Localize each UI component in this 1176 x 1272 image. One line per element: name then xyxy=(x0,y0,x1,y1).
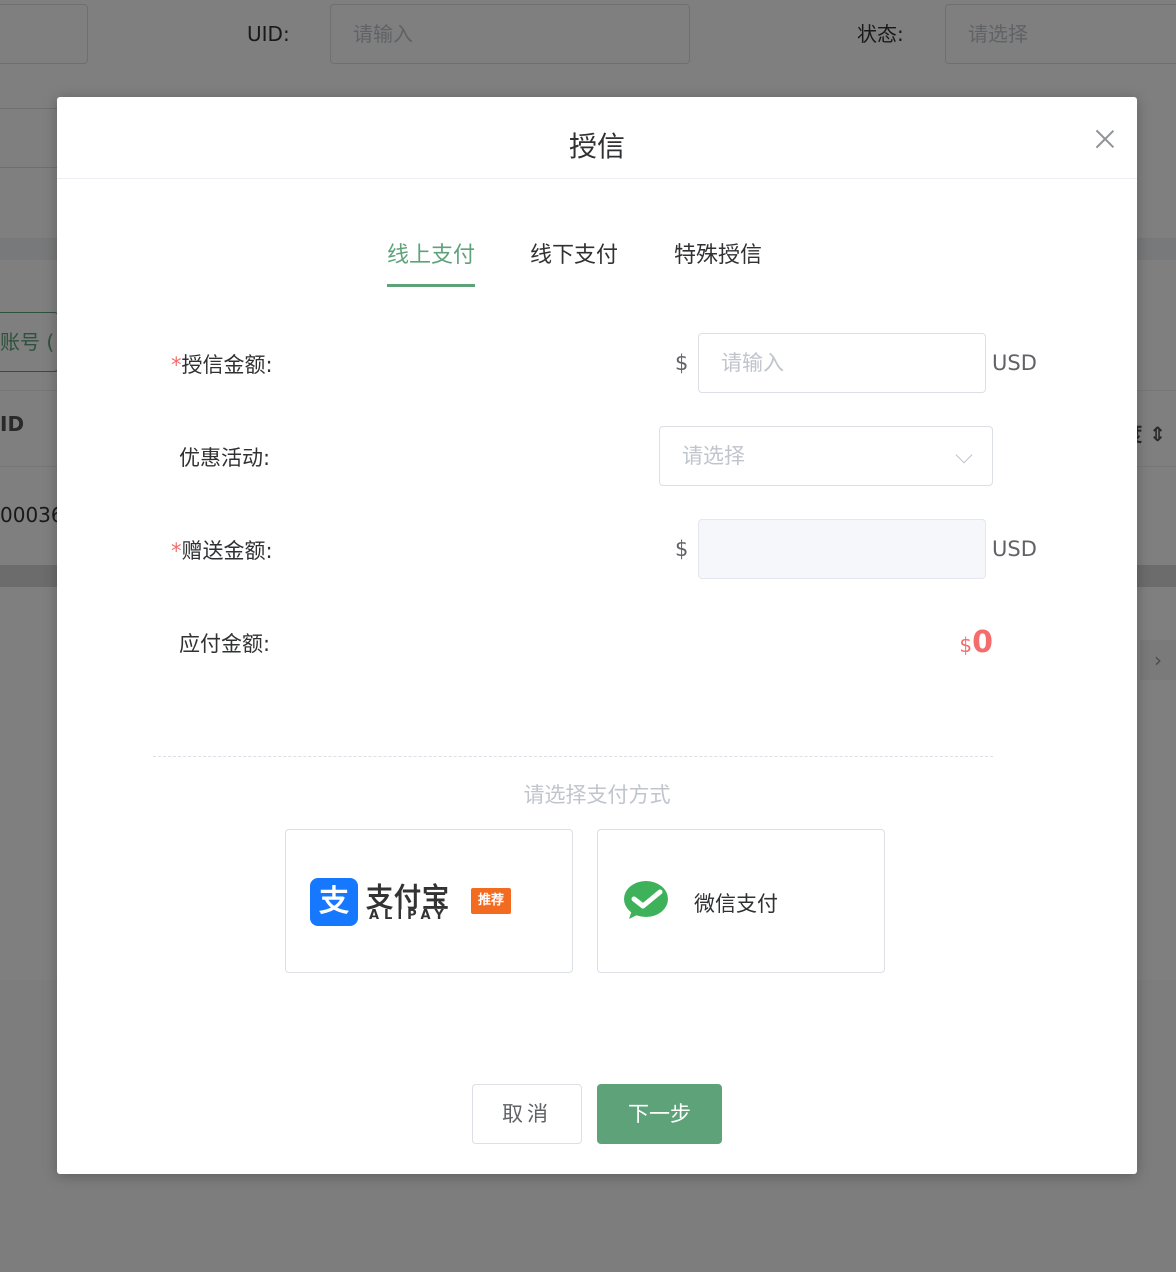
credit-dialog: 授信 线上支付 线下支付 特殊授信 *授信金额: $ 请输入 USD 优惠活动:… xyxy=(57,97,1137,1174)
required-mark: * xyxy=(171,539,182,563)
gift-amount-currency: $ xyxy=(675,537,689,561)
amount-due-value: $0 xyxy=(959,625,993,660)
amount-due-label: 应付金额: xyxy=(179,632,271,656)
payment-tabs: 线上支付 线下支付 特殊授信 xyxy=(57,237,1137,287)
dialog-title: 授信 xyxy=(568,130,625,163)
tab-offline-payment[interactable]: 线下支付 xyxy=(530,237,618,287)
credit-amount-label: *授信金额: xyxy=(171,353,273,377)
chevron-down-icon xyxy=(955,446,973,464)
credit-amount-input[interactable]: 请输入 xyxy=(698,333,986,393)
wechat-pay-option[interactable]: 微信支付 xyxy=(597,829,885,973)
gift-amount-label: *赠送金额: xyxy=(171,539,273,563)
tab-online-payment[interactable]: 线上支付 xyxy=(387,237,476,287)
cancel-button[interactable]: 取消 xyxy=(472,1084,582,1144)
wechat-pay-label: 微信支付 xyxy=(694,892,778,916)
credit-amount-unit: USD xyxy=(992,351,1037,375)
payment-method-title: 请选择支付方式 xyxy=(523,783,671,807)
promotion-label: 优惠活动: xyxy=(179,446,271,470)
alipay-name-en: ALIPAY xyxy=(369,908,449,923)
gift-amount-unit: USD xyxy=(992,537,1037,561)
dashed-divider xyxy=(153,756,993,757)
required-mark: * xyxy=(171,353,182,377)
next-step-button[interactable]: 下一步 xyxy=(597,1084,722,1144)
recommended-badge: 推荐 xyxy=(471,888,511,914)
tab-special-credit[interactable]: 特殊授信 xyxy=(674,237,762,287)
promotion-select[interactable]: 请选择 xyxy=(659,426,993,486)
alipay-logo-icon: 支 xyxy=(310,878,358,926)
alipay-option[interactable]: 支 支付宝 ALIPAY 推荐 xyxy=(285,829,573,973)
gift-amount-input xyxy=(698,519,986,579)
promotion-placeholder: 请选择 xyxy=(682,444,745,468)
dialog-header: 授信 xyxy=(57,97,1137,179)
credit-amount-currency: $ xyxy=(675,351,689,375)
close-icon[interactable] xyxy=(1095,129,1115,149)
wechat-pay-icon xyxy=(624,881,668,919)
